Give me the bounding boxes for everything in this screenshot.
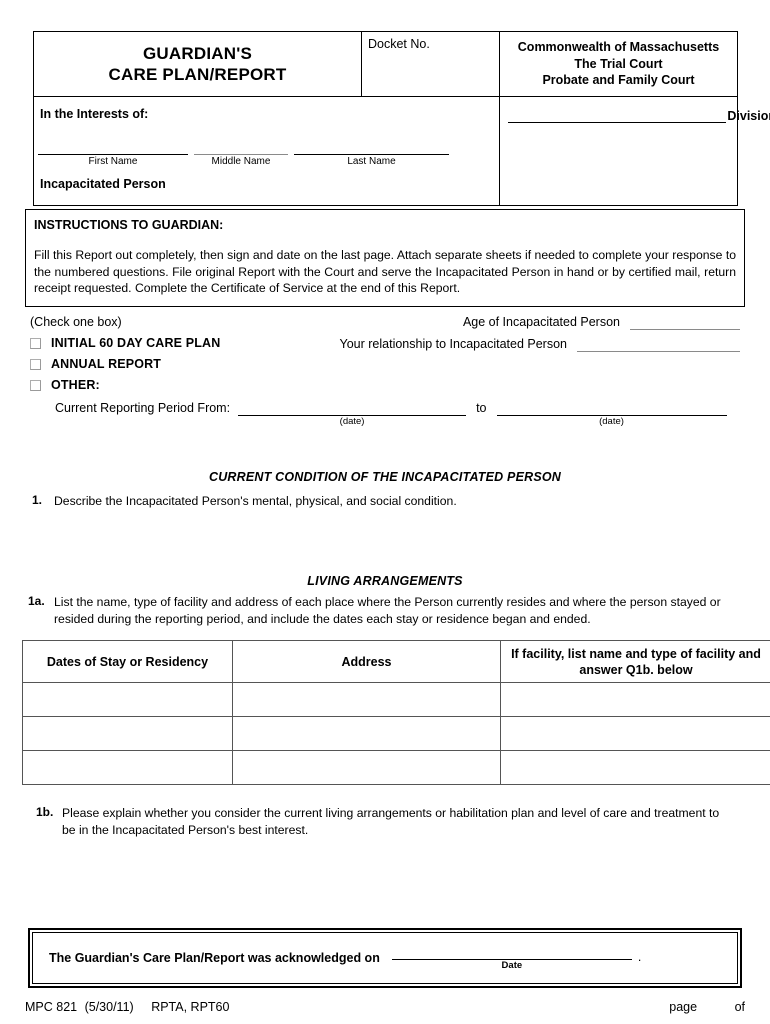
question-1-number: 1.	[32, 493, 43, 507]
checkbox-row-other[interactable]: OTHER:	[30, 378, 740, 392]
reporting-period-from-caption: (date)	[339, 416, 365, 427]
residency-table: Dates of Stay or Residency Address If fa…	[22, 640, 770, 785]
residency-column-header-address: Address	[232, 640, 501, 683]
reporting-period-to-field[interactable]: (date)	[496, 400, 727, 428]
residency-cell-address[interactable]	[232, 750, 501, 785]
checkbox-label-annual-report: ANNUAL REPORT	[51, 357, 162, 371]
question-1-text: Describe the Incapacitated Person's ment…	[54, 494, 457, 508]
footer-form-number: MPC 821	[25, 1000, 78, 1014]
section-heading-living-arrangements: LIVING ARRANGEMENTS	[307, 574, 463, 588]
table-row	[22, 716, 770, 751]
middle-name-field[interactable]: Middle Name	[194, 139, 288, 168]
residency-column-header-facility: If facility, list name and type of facil…	[500, 640, 770, 683]
in-the-interests-of-label: In the Interests of:	[40, 107, 149, 121]
table-row	[22, 750, 770, 785]
form-page: GUARDIAN'S CARE PLAN/REPORT Docket No. C…	[0, 0, 770, 1024]
last-name-caption: Last Name	[347, 156, 396, 167]
question-1b-text: Please explain whether you consider the …	[62, 806, 720, 837]
reporting-period-from-input[interactable]	[238, 400, 467, 416]
residency-cell-facility[interactable]	[500, 682, 770, 717]
residency-cell-dates[interactable]	[22, 750, 233, 785]
respondent-info-fields: Age of Incapacitated Person Your relatio…	[30, 315, 740, 359]
report-type-section: Age of Incapacitated Person Your relatio…	[30, 315, 740, 428]
residency-column-header-dates: Dates of Stay or Residency	[22, 640, 233, 683]
reporting-period-to-caption: (date)	[599, 416, 624, 427]
checkbox-annual-report[interactable]	[30, 358, 41, 370]
age-of-incapacitated-person-label: Age of Incapacitated Person	[462, 315, 620, 329]
footer-page-label: page	[669, 1000, 698, 1014]
reporting-period-from-field[interactable]: (date)	[238, 400, 467, 428]
incapacitated-person-label: Incapacitated Person	[40, 177, 166, 191]
residency-cell-facility[interactable]	[500, 750, 770, 785]
acknowledgment-inner: The Guardian's Care Plan/Report was ackn…	[32, 932, 738, 984]
court-identity-cell: Commonwealth of Massachusetts The Trial …	[499, 31, 738, 97]
question-1a-number: 1a.	[28, 594, 45, 608]
acknowledgment-date-caption: Date	[501, 959, 523, 971]
relationship-row: Your relationship to Incapacitated Perso…	[30, 337, 740, 352]
form-title-line2: CARE PLAN/REPORT	[108, 65, 287, 84]
age-of-incapacitated-person-row: Age of Incapacitated Person	[30, 315, 740, 330]
docket-number-label: Docket No.	[368, 37, 430, 51]
page-footer: MPC 821 (5/30/11) RPTA, RPT60 page of	[25, 1000, 745, 1014]
acknowledgment-date-field[interactable]: Date	[391, 945, 632, 972]
division-cell: Division	[499, 96, 770, 206]
section-heading-current-condition: CURRENT CONDITION OF THE INCAPACITATED P…	[208, 470, 562, 484]
checkbox-other[interactable]	[30, 379, 41, 391]
question-1a: 1a. List the name, type of facility and …	[28, 594, 736, 627]
form-title-cell: GUARDIAN'S CARE PLAN/REPORT	[33, 31, 362, 97]
court-commonwealth-line: Commonwealth of Massachusetts	[517, 40, 720, 55]
checkbox-row-annual-report[interactable]: ANNUAL REPORT	[30, 357, 740, 371]
reporting-period-row: Current Reporting Period From: (date) to…	[30, 400, 740, 428]
question-1b-number: 1b.	[36, 805, 54, 819]
footer-form-identifiers: MPC 821 (5/30/11) RPTA, RPT60	[25, 1000, 233, 1014]
acknowledgment-text: The Guardian's Care Plan/Report was ackn…	[49, 951, 380, 965]
docket-number-cell[interactable]: Docket No.	[361, 31, 500, 97]
division-field[interactable]: Division	[508, 105, 770, 123]
instructions-heading: INSTRUCTIONS TO GUARDIAN:	[34, 218, 224, 232]
caption-bottom-row: In the Interests of: First Name Middle N…	[33, 96, 770, 206]
acknowledgment-box: The Guardian's Care Plan/Report was ackn…	[28, 928, 742, 988]
division-input-rule[interactable]	[508, 105, 727, 123]
footer-form-codes: RPTA, RPT60	[151, 1000, 230, 1014]
question-1b: 1b. Please explain whether you consider …	[36, 805, 736, 838]
footer-pagination: page of	[669, 1000, 745, 1014]
reporting-period-to-input[interactable]	[496, 400, 727, 416]
middle-name-input-rule[interactable]	[194, 139, 288, 155]
residency-cell-facility[interactable]	[500, 716, 770, 751]
in-the-interests-of-cell: In the Interests of: First Name Middle N…	[33, 96, 500, 206]
checkbox-label-other: OTHER:	[51, 378, 100, 392]
footer-revision-date: (5/30/11)	[84, 1000, 134, 1014]
residency-cell-address[interactable]	[232, 716, 501, 751]
reporting-period-label: Current Reporting Period From:	[55, 401, 231, 415]
relationship-label: Your relationship to Incapacitated Perso…	[339, 337, 567, 351]
age-input[interactable]	[630, 315, 740, 330]
instructions-box: INSTRUCTIONS TO GUARDIAN: Fill this Repo…	[25, 209, 745, 307]
last-name-input-rule[interactable]	[294, 139, 449, 155]
acknowledgment-date-input[interactable]	[391, 945, 632, 960]
first-name-field[interactable]: First Name	[38, 139, 188, 168]
caption-top-row: GUARDIAN'S CARE PLAN/REPORT Docket No. C…	[33, 31, 738, 97]
question-1: 1. Describe the Incapacitated Person's m…	[32, 493, 732, 510]
first-name-caption: First Name	[88, 156, 138, 167]
court-trial-court-line: The Trial Court	[574, 56, 663, 71]
residency-cell-dates[interactable]	[22, 682, 233, 717]
table-row	[22, 682, 770, 717]
footer-of-label: of	[734, 1000, 745, 1014]
question-1a-text: List the name, type of facility and addr…	[54, 595, 721, 626]
reporting-period-to-word: to	[476, 401, 487, 415]
court-probate-family-line: Probate and Family Court	[542, 73, 695, 88]
residency-cell-dates[interactable]	[22, 716, 233, 751]
division-label: Division	[727, 109, 770, 123]
relationship-input[interactable]	[577, 337, 740, 352]
instructions-body: Fill this Report out completely, then si…	[34, 248, 736, 295]
last-name-field[interactable]: Last Name	[294, 139, 449, 168]
first-name-input-rule[interactable]	[38, 139, 188, 155]
residency-cell-address[interactable]	[232, 682, 501, 717]
residency-table-header-row: Dates of Stay or Residency Address If fa…	[22, 640, 770, 683]
name-fields-group: First Name Middle Name Last Name	[38, 139, 452, 168]
acknowledgment-trailing-period: .	[637, 950, 642, 964]
form-title-line1: GUARDIAN'S	[143, 44, 252, 63]
middle-name-caption: Middle Name	[211, 156, 271, 167]
caption-table: GUARDIAN'S CARE PLAN/REPORT Docket No. C…	[33, 31, 770, 206]
